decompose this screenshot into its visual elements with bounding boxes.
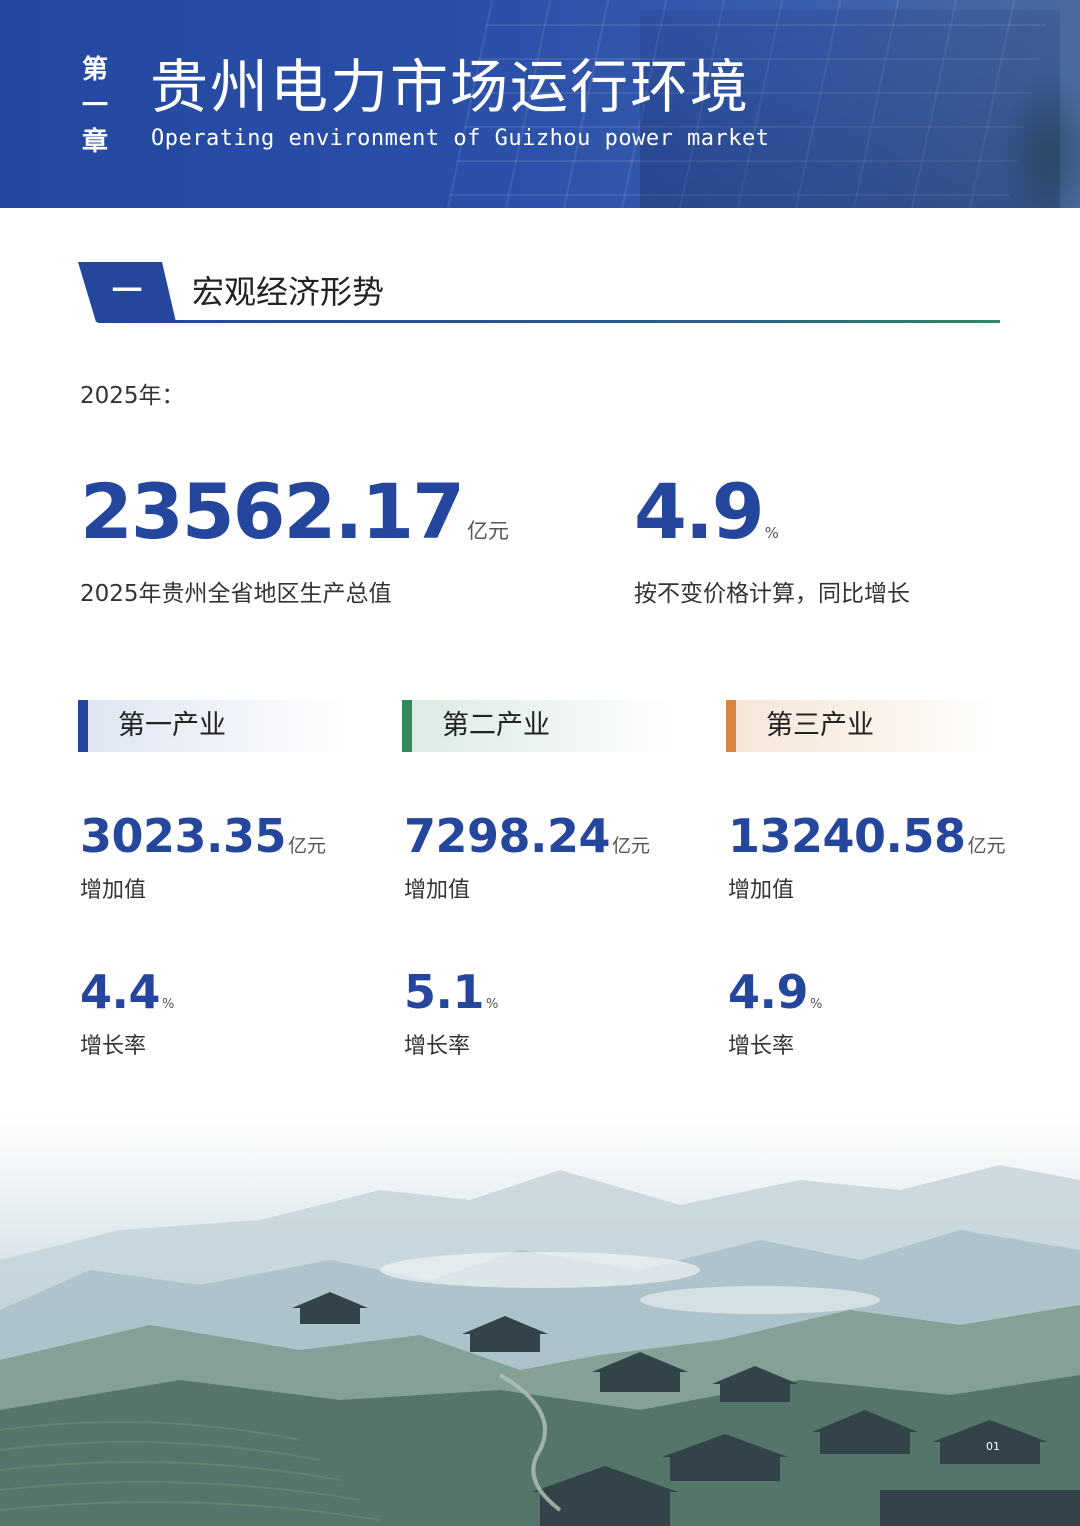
industry-rate-number: 4.4 xyxy=(80,965,161,1019)
industry-label: 第三产业 xyxy=(766,710,874,741)
chapter-title: 贵州电力市场运行环境 xyxy=(150,53,751,121)
industry-rate-number: 4.9 xyxy=(728,965,809,1019)
mountain-village-image xyxy=(0,1110,1080,1526)
chapter-char: 第 xyxy=(81,55,108,85)
industry-value-unit: 亿元 xyxy=(288,835,327,857)
industry-value-number: 13240.58 xyxy=(728,809,966,863)
industry-value: 13240.58 亿元 xyxy=(728,810,1006,872)
industry-accent-bar xyxy=(726,700,736,752)
industry-rate-label: 增长率 xyxy=(80,1034,147,1059)
chapter-banner: 第 一 章 贵州电力市场运行环境 Operating environment o… xyxy=(0,0,1080,208)
chapter-char: 章 xyxy=(81,127,108,157)
page-number: 01 xyxy=(986,1440,1000,1453)
gdp-number: 23562.17 xyxy=(80,467,465,556)
industry-rate-unit: % xyxy=(810,997,822,1012)
growth-caption: 按不变价格计算，同比增长 xyxy=(634,581,910,607)
year-label: 2025年： xyxy=(80,383,185,409)
industry-value-unit: 亿元 xyxy=(612,835,651,857)
industry-rate-label: 增长率 xyxy=(728,1034,795,1059)
industry-value-label: 增加值 xyxy=(728,878,795,903)
chapter-subtitle: Operating environment of Guizhou power m… xyxy=(151,126,770,151)
industry-value-number: 7298.24 xyxy=(404,809,611,863)
industry-rate-unit: % xyxy=(162,997,174,1012)
growth-unit: % xyxy=(764,524,779,542)
industry-rate-unit: % xyxy=(486,997,498,1012)
growth-number: 4.9 xyxy=(634,467,765,556)
industry-label: 第一产业 xyxy=(118,710,226,741)
industry-value: 3023.35 亿元 xyxy=(80,810,326,872)
mountain-village-illustration xyxy=(0,1165,1080,1526)
gdp-unit: 亿元 xyxy=(467,519,510,543)
industry-rate: 4.9% xyxy=(728,966,822,1031)
industry-rate-label: 增长率 xyxy=(404,1034,471,1059)
section-number: 一 xyxy=(112,274,142,309)
growth-value: 4.9% xyxy=(634,472,779,573)
industry-value-number: 3023.35 xyxy=(80,809,287,863)
chapter-label: 第 一 章 xyxy=(80,52,110,160)
industry-header-tertiary: 第三产业 xyxy=(726,700,996,752)
industry-value-label: 增加值 xyxy=(404,878,471,903)
industry-accent-bar xyxy=(78,700,88,752)
chapter-char: 一 xyxy=(81,91,108,121)
section-title: 宏观经济形势 xyxy=(192,273,385,311)
industry-rate-number: 5.1 xyxy=(404,965,485,1019)
industry-accent-bar xyxy=(402,700,412,752)
industry-rate: 4.4% xyxy=(80,966,174,1031)
industry-value-label: 增加值 xyxy=(80,878,147,903)
section-underline xyxy=(98,320,1000,323)
industry-rate: 5.1% xyxy=(404,966,498,1031)
industry-value: 7298.24 亿元 xyxy=(404,810,650,872)
gdp-value: 23562.17 亿元 xyxy=(80,472,509,571)
trees-image xyxy=(1000,70,1080,208)
industry-header-secondary: 第二产业 xyxy=(402,700,672,752)
industry-label: 第二产业 xyxy=(442,710,550,741)
industry-header-primary: 第一产业 xyxy=(78,700,348,752)
industry-value-unit: 亿元 xyxy=(967,835,1006,857)
gdp-caption: 2025年贵州全省地区生产总值 xyxy=(80,581,392,607)
